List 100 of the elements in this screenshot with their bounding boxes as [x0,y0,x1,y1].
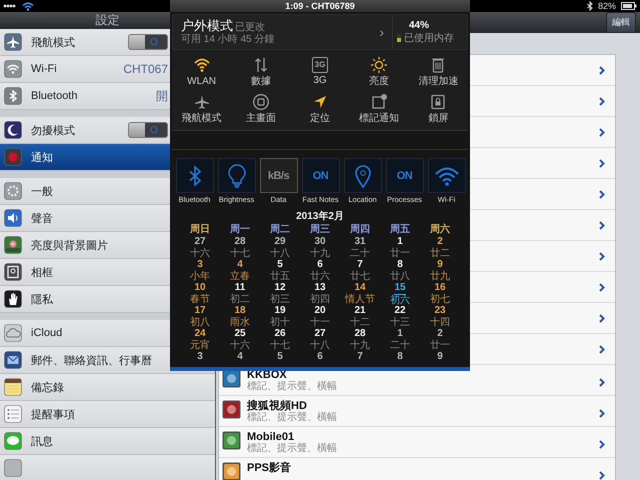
battery-icon [621,2,637,10]
calendar-day[interactable]: 2 [437,328,443,340]
home-button-icon [252,93,270,111]
calendar-day[interactable]: 8 [397,259,403,271]
lunar-date: 十六 [230,340,250,351]
calendar-day[interactable]: 22 [394,305,406,317]
calendar-day[interactable]: 8 [397,351,403,363]
calendar-day[interactable]: 1 [397,236,403,248]
calendar-day[interactable]: 30 [314,236,326,248]
calendar-day[interactable]: 6 [317,259,323,271]
quick-toggle[interactable]: 3G 3G [290,53,350,90]
weekday-label: 周三 [310,223,330,236]
calendar-day[interactable]: 7 [357,259,363,271]
calendar-day[interactable]: 31 [354,236,366,248]
toggle-label: 鎖屏 [428,113,448,124]
calendar-day[interactable]: 15 [394,282,406,295]
calendar-day[interactable]: 23 [434,305,446,317]
quick-toggle[interactable]: 主畫面 [231,90,290,127]
calendar-day[interactable]: 24 [194,328,206,340]
calendar-month: 2013年2月 [296,210,344,223]
weekday-label: 周二 [270,223,290,236]
lunar-date: 初七 [430,294,450,305]
calendar-day[interactable]: 29 [274,236,286,248]
battery-percentage: 82% [598,1,616,11]
quick-toggle[interactable]: 清理加速 [408,53,468,90]
lunar-date: 十三 [390,317,410,328]
quick-toggle[interactable]: 標記通知 [350,90,409,127]
gear-icon [4,182,22,200]
calendar-day[interactable]: 1 [397,328,403,340]
lunar-date: 十九 [350,340,370,351]
calendar-day[interactable]: 21 [354,305,366,317]
widget-glyph: ON [312,170,328,182]
calendar-day[interactable]: 3 [197,351,203,363]
toggle-label: 標記通知 [359,113,400,124]
weekday-label: 周四 [350,223,370,236]
settings-label: iCloud [31,327,62,339]
calendar-day[interactable]: 27 [194,236,206,248]
calendar-day[interactable]: 13 [314,282,326,294]
settings-item[interactable] [0,455,215,480]
wifi-icon [192,56,211,74]
calendar-day[interactable]: 2 [437,236,443,248]
settings-item[interactable]: 訊息 [0,428,215,455]
toggle-label: 3G [313,75,327,86]
calendar-day[interactable]: 5 [277,259,283,271]
settings-label: 訊息 [31,434,53,448]
calendar-day[interactable]: 4 [237,351,243,363]
network-mode-glyph: 3G [312,57,328,73]
bluetooth-icon [586,1,593,11]
app-alert-types: 標記、提示聲、橫幅 [247,381,337,393]
calendar-day[interactable]: 4 [237,259,243,271]
calendar-day[interactable]: 19 [274,305,286,317]
settings-item[interactable]: 備忘錄 [0,374,215,401]
weekday-label: 周五 [390,223,410,236]
app-icon [222,431,241,450]
quick-toggle[interactable]: 數據 [231,53,290,90]
lunar-date: 春节 [190,294,210,305]
calendar-day[interactable]: 14 [354,282,366,294]
memory-percentage: 44% [409,20,430,30]
lunar-date: 雨水 [230,317,250,328]
calendar-day[interactable]: 16 [434,282,446,294]
quick-toggle[interactable]: 鎖屏 [408,90,468,127]
calendar-day[interactable]: 5 [277,351,283,363]
widget-glyph: ON [396,170,412,182]
calendar-day[interactable]: 28 [234,236,246,248]
calendar-day[interactable]: 18 [234,305,246,317]
lunar-date: 廿七 [350,271,370,282]
calendar-day[interactable]: 26 [274,328,286,340]
calendar-day[interactable]: 9 [437,351,443,363]
chevron-icon [599,378,605,386]
quick-toggle[interactable]: 亮度 [350,53,409,90]
envelope-icon [4,351,22,369]
calendar-day[interactable]: 27 [314,328,326,340]
calendar-day[interactable]: 25 [234,328,246,340]
app-row[interactable]: Mobile01 標記、提示聲、橫幅 [219,427,615,458]
toggle-label: 數據 [250,76,271,87]
sidebar-title: 設定 [96,12,120,29]
wifi-icon [4,60,22,78]
settings-label: Wi-Fi [31,63,57,75]
airplane-icon [4,33,22,51]
calendar-day[interactable]: 3 [197,259,203,271]
quick-toggle[interactable]: 定位 [290,90,350,127]
calendar-day[interactable]: 9 [437,259,443,271]
calendar-day[interactable]: 20 [314,305,326,317]
notepad-icon [4,378,22,396]
lunar-date: 廿一 [390,248,410,259]
edit-button[interactable]: 編輯 [606,12,636,33]
calendar-day[interactable]: 11 [234,282,246,294]
app-row[interactable]: 搜狐視頻HD 標記、提示聲、橫幅 [219,396,615,427]
settings-label: 通知 [31,150,53,164]
lunar-date: 初八 [190,317,210,328]
lunar-date: 初三 [270,294,290,305]
settings-item[interactable]: 提醒事項 [0,401,215,428]
app-row[interactable]: PPS影音 [219,458,615,480]
calendar-day[interactable]: 12 [274,282,286,294]
profile-card[interactable]: 户外模式 已更改 可用 14 小時 45 分鐘 › [173,15,393,49]
calendar-day[interactable]: 7 [357,351,363,363]
lunar-date: 二十 [390,340,410,351]
calendar-day[interactable]: 28 [354,328,366,340]
calendar-day[interactable]: 6 [317,351,323,363]
lunar-date: 立春 [230,271,250,282]
